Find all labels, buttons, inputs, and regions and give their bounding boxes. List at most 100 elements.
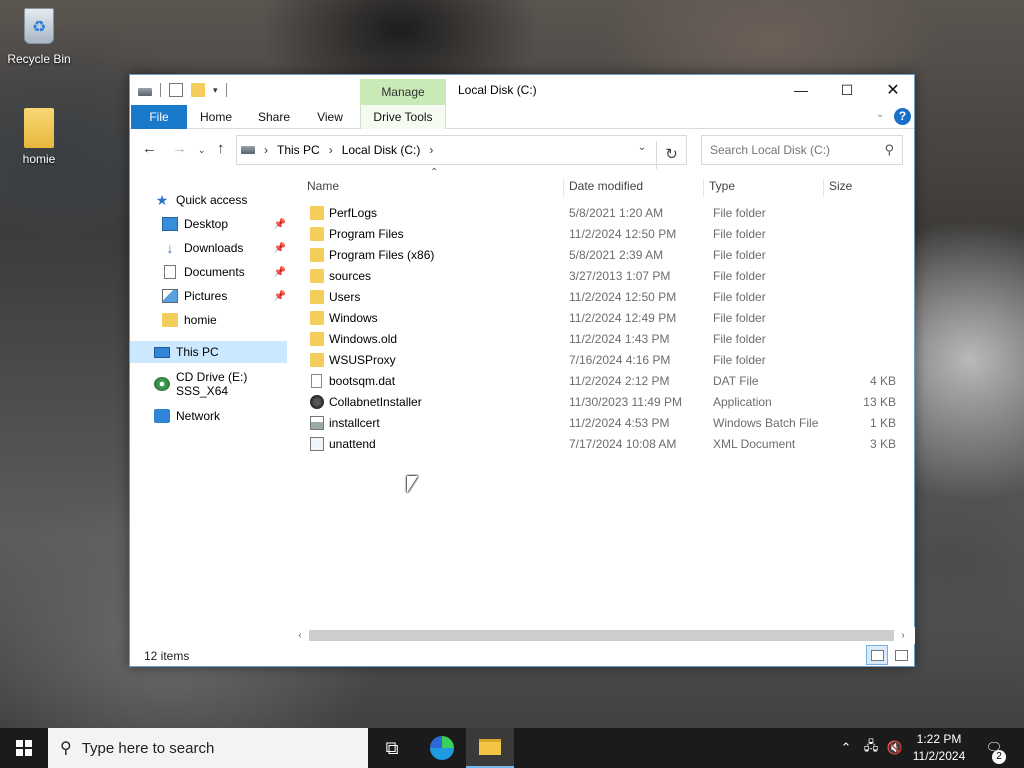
file-row[interactable]: unattend 7/17/2024 10:08 AM XML Document 3 …	[302, 434, 902, 455]
file-type: Application	[713, 395, 772, 409]
horizontal-scrollbar[interactable]: ‹ ›	[292, 627, 915, 644]
nav-item-network[interactable]: Network	[130, 405, 292, 427]
file-name: unattend	[329, 437, 376, 451]
file-explorer-icon	[479, 739, 501, 755]
pin-icon[interactable]: 📌	[274, 243, 286, 254]
scroll-right-icon[interactable]: ›	[895, 627, 911, 644]
minimize-button[interactable]: —	[778, 75, 824, 105]
recent-locations-button[interactable]: ⌄	[198, 145, 206, 156]
expand-ribbon-icon[interactable]: ⌄	[876, 109, 884, 120]
nav-item-downloads[interactable]: ↓ Downloads 📌	[130, 237, 292, 259]
tab-drive-tools[interactable]: Drive Tools	[360, 105, 446, 129]
nav-item-this-pc[interactable]: This PC	[130, 341, 287, 363]
file-icon	[311, 374, 322, 388]
nav-item-pictures[interactable]: Pictures 📌	[130, 285, 292, 307]
minimize-icon: —	[794, 82, 808, 98]
maximize-button[interactable]: ☐	[824, 75, 870, 105]
address-bar[interactable]: › This PC › Local Disk (C:) › ⌄ ↻	[236, 135, 687, 169]
pin-icon[interactable]: 📌	[274, 291, 286, 302]
large-icons-view-button[interactable]	[890, 645, 912, 665]
folder-icon	[310, 269, 324, 283]
desktop-icon-recycle-bin[interactable]: Recycle Bin	[2, 8, 76, 66]
file-row[interactable]: Windows 11/2/2024 12:49 PM File folder	[302, 308, 902, 329]
file-row[interactable]: installcert 11/2/2024 4:53 PM Windows Batc…	[302, 413, 902, 434]
taskbar-search-box[interactable]: ⚲ Type here to search	[48, 728, 368, 768]
nav-item-desktop[interactable]: Desktop 📌	[130, 213, 292, 235]
file-row[interactable]: Users 11/2/2024 12:50 PM File folder	[302, 287, 902, 308]
tab-file[interactable]: File	[131, 105, 187, 129]
file-type: File folder	[713, 353, 766, 367]
tab-view[interactable]: View	[304, 105, 356, 129]
breadcrumb-local-disk[interactable]: Local Disk (C:)	[342, 143, 421, 157]
new-folder-icon[interactable]	[191, 83, 205, 97]
tab-home[interactable]: Home	[188, 105, 244, 129]
file-row[interactable]: PerfLogs 5/8/2021 1:20 AM File folder	[302, 203, 902, 224]
refresh-button[interactable]: ↻	[656, 141, 686, 169]
file-row[interactable]: bootsqm.dat 11/2/2024 2:12 PM DAT File 4 KB	[302, 371, 902, 392]
file-name: WSUSProxy	[329, 353, 396, 367]
task-view-button[interactable]: ⧉	[368, 728, 416, 768]
column-header-type[interactable]: Type	[704, 179, 824, 197]
file-row[interactable]: sources 3/27/2013 1:07 PM File folder	[302, 266, 902, 287]
network-tray-button[interactable]: 🖧	[860, 728, 882, 768]
title-bar[interactable]: ▾ Manage Local Disk (C:) — ☐ ✕	[130, 75, 914, 105]
pin-icon[interactable]: 📌	[274, 267, 286, 278]
folder-icon	[310, 290, 324, 304]
folder-icon	[310, 311, 324, 325]
nav-item-documents[interactable]: Documents 📌	[130, 261, 292, 283]
forward-button[interactable]: →	[172, 140, 187, 157]
file-type: Windows Batch File	[713, 416, 819, 430]
folder-icon	[310, 353, 324, 367]
notification-count-badge: 2	[992, 750, 1006, 764]
file-type: XML Document	[713, 437, 796, 451]
windows-logo-icon	[16, 740, 32, 756]
file-size: 3 KB	[869, 437, 896, 451]
navigation-pane: ★ Quick access Desktop 📌 ↓ Downloads 📌 D…	[130, 183, 292, 633]
up-button[interactable]: ↑	[217, 140, 225, 157]
search-input[interactable]	[702, 136, 872, 164]
breadcrumb-separator-icon[interactable]: ›	[429, 143, 433, 157]
system-clock[interactable]: 1:22 PM 11/2/2024	[906, 731, 972, 765]
file-row[interactable]: Program Files 11/2/2024 12:50 PM File fold…	[302, 224, 902, 245]
details-view-button[interactable]	[866, 645, 888, 665]
column-header-size[interactable]: Size	[824, 179, 904, 197]
volume-tray-button[interactable]: 🔇	[884, 728, 906, 768]
file-row[interactable]: Program Files (x86) 5/8/2021 2:39 AM File …	[302, 245, 902, 266]
help-icon[interactable]: ?	[894, 108, 911, 125]
search-box[interactable]: ⚲	[701, 135, 903, 165]
customize-toolbar-arrow-icon[interactable]: ▾	[213, 85, 218, 96]
start-button[interactable]	[0, 728, 48, 768]
properties-icon[interactable]	[169, 83, 183, 97]
file-list: ⌃ Name Date modified Type Size PerfLogs 5…	[292, 167, 915, 629]
file-name: Users	[329, 290, 361, 304]
show-hidden-icons-button[interactable]: ⌃	[836, 728, 856, 768]
nav-item-homie[interactable]: homie	[130, 309, 292, 331]
breadcrumb-separator-icon[interactable]: ›	[264, 143, 268, 157]
column-header-date-modified[interactable]: Date modified	[564, 179, 704, 197]
nav-item-label: This PC	[176, 345, 219, 359]
taskbar-search-placeholder: Type here to search	[81, 739, 215, 757]
tab-share[interactable]: Share	[244, 105, 304, 129]
scroll-left-icon[interactable]: ‹	[292, 627, 308, 644]
nav-item-quick-access[interactable]: ★ Quick access	[130, 189, 292, 211]
file-explorer-taskbar-button[interactable]	[466, 728, 514, 768]
address-dropdown-icon[interactable]: ⌄	[632, 142, 652, 153]
toolbar-divider	[225, 83, 227, 97]
desktop-icon-homie[interactable]: homie	[2, 108, 76, 166]
task-view-icon: ⧉	[385, 737, 399, 758]
file-row[interactable]: Windows.old 11/2/2024 1:43 PM File folder	[302, 329, 902, 350]
nav-item-cd-drive[interactable]: CD Drive (E:) SSS_X64	[130, 370, 292, 398]
file-row[interactable]: CollabnetInstaller 11/30/2023 11:49 PM App…	[302, 392, 902, 413]
pin-icon[interactable]: 📌	[274, 219, 286, 230]
back-button[interactable]: ←	[142, 140, 157, 157]
file-type: File folder	[713, 290, 766, 304]
scrollbar-thumb[interactable]	[309, 630, 894, 641]
edge-taskbar-button[interactable]	[418, 728, 466, 768]
breadcrumb-separator-icon[interactable]: ›	[329, 143, 333, 157]
file-row[interactable]: WSUSProxy 7/16/2024 4:16 PM File folder	[302, 350, 902, 371]
file-name: Windows	[329, 311, 378, 325]
column-header-name[interactable]: Name	[302, 179, 564, 197]
breadcrumb-this-pc[interactable]: This PC	[277, 143, 320, 157]
close-button[interactable]: ✕	[870, 75, 916, 105]
nav-item-label: Documents	[184, 265, 245, 279]
